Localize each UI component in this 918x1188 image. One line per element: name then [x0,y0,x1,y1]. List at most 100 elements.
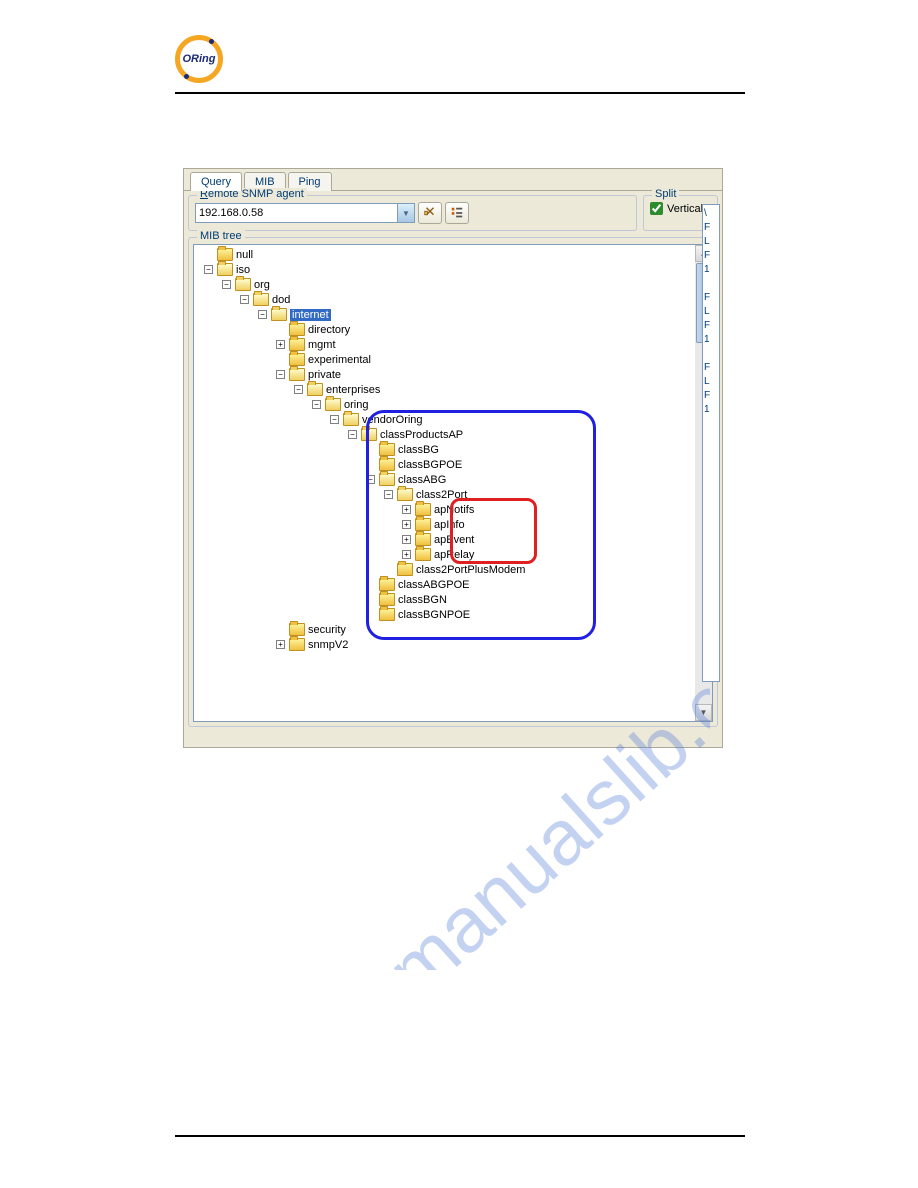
tree-node[interactable]: + snmpV2 [198,637,694,652]
collapse-icon[interactable]: − [222,280,231,289]
tree-node-label: internet [290,309,331,321]
no-expand-icon [366,610,375,619]
no-expand-icon [366,580,375,589]
tree-node[interactable]: directory [198,322,694,337]
tree-node[interactable]: −oring [198,397,694,412]
mib-tree-group: MIB tree null−iso−org−dod−internet direc… [188,237,718,727]
expand-icon[interactable]: + [402,535,411,544]
plug-icon [423,206,437,220]
connect-button[interactable] [418,202,442,224]
collapse-icon[interactable]: − [204,265,213,274]
folder-open-icon [379,473,395,486]
folder-closed-icon [379,443,395,456]
collapse-icon[interactable]: − [240,295,249,304]
folder-closed-icon [289,623,305,636]
tree-node[interactable]: null [198,247,694,262]
header-divider [175,92,745,94]
no-expand-icon [384,565,393,574]
chevron-down-icon[interactable]: ▼ [397,204,414,222]
no-expand-icon [366,445,375,454]
tree-node-label: apInfo [434,519,465,531]
collapse-icon[interactable]: − [366,475,375,484]
tree-node[interactable]: classBGN [198,592,694,607]
collapse-icon[interactable]: − [348,430,357,439]
expand-icon[interactable]: + [402,550,411,559]
tree-node[interactable]: − classProductsAP [198,427,694,442]
collapse-icon[interactable]: − [330,415,339,424]
collapse-icon[interactable]: − [384,490,393,499]
tree-node[interactable]: security [198,622,694,637]
folder-open-icon [397,488,413,501]
no-expand-icon [366,460,375,469]
mib-tree-title: MIB tree [197,230,245,242]
tree-node[interactable]: +mgmt [198,337,694,352]
folder-closed-icon [379,578,395,591]
tree-node[interactable]: −enterprises [198,382,694,397]
no-expand-icon [204,250,213,259]
properties-button[interactable] [445,202,469,224]
tab-query[interactable]: Query [190,172,242,191]
tree-node[interactable]: − internet [198,307,694,322]
tree-node[interactable]: classBGNPOE [198,607,694,622]
mib-tree-panel: null−iso−org−dod−internet directory+mgmt… [193,244,713,722]
tree-node[interactable]: +apNotifs [198,502,694,517]
mib-tree[interactable]: null−iso−org−dod−internet directory+mgmt… [198,247,694,652]
tree-node-label: classABGPOE [398,579,470,591]
tree-node-label: org [254,279,270,291]
footer-divider [175,1135,745,1137]
tree-node[interactable]: −iso [198,262,694,277]
tree-node[interactable]: classBGPOE [198,457,694,472]
tree-node-label: class2PortPlusModem [416,564,525,576]
tree-node[interactable]: +apEvent [198,532,694,547]
folder-closed-icon [379,593,395,606]
folder-closed-icon [379,458,395,471]
vertical-checkbox-input[interactable] [650,202,663,215]
tree-node[interactable]: − org [198,277,694,292]
tree-node[interactable]: classABGPOE [198,577,694,592]
folder-closed-icon [289,638,305,651]
tree-node[interactable]: classBG [198,442,694,457]
tree-node-label: classProductsAP [380,429,463,441]
collapse-icon[interactable]: − [312,400,321,409]
expand-icon[interactable]: + [402,520,411,529]
tree-node[interactable]: − classABG [198,472,694,487]
folder-closed-icon [397,563,413,576]
expand-icon[interactable]: + [402,505,411,514]
no-expand-icon [366,595,375,604]
folder-open-icon [253,293,269,306]
tree-node[interactable]: −private [198,367,694,382]
folder-closed-icon [289,338,305,351]
split-title: Split [652,188,679,200]
tree-node[interactable]: +apRelay [198,547,694,562]
collapse-icon[interactable]: − [258,310,267,319]
tree-node-label: dod [272,294,290,306]
folder-closed-icon [289,323,305,336]
scroll-down-arrow-icon[interactable]: ▼ [695,704,712,721]
remote-agent-combo[interactable]: ▼ [195,203,415,223]
folder-open-icon [361,428,377,441]
expand-icon[interactable]: + [276,340,285,349]
brand-logo: ORing [175,35,227,87]
tree-node[interactable]: − class2Port [198,487,694,502]
collapse-icon[interactable]: − [294,385,303,394]
collapse-icon[interactable]: − [276,370,285,379]
tree-node-label: classABG [398,474,446,486]
folder-open-icon [271,308,287,321]
tree-node[interactable]: experimental [198,352,694,367]
tree-node-label: classBGNPOE [398,609,470,621]
tree-node-label: class2Port [416,489,467,501]
tree-node[interactable]: class2PortPlusModem [198,562,694,577]
expand-icon[interactable]: + [276,640,285,649]
tree-node-label: snmpV2 [308,639,348,651]
tree-node[interactable]: −vendorOring [198,412,694,427]
folder-closed-icon [415,503,431,516]
tree-node[interactable]: − dod [198,292,694,307]
list-icon [450,206,464,220]
folder-open-icon [307,383,323,396]
tree-node-label: classBG [398,444,439,456]
remote-agent-input[interactable] [195,203,415,223]
snmp-browser-window: Query MIB Ping Remote SNMP agent ▼ [183,168,723,748]
tree-node[interactable]: + apInfo [198,517,694,532]
tree-node-label: experimental [308,354,371,366]
folder-open-icon [325,398,341,411]
